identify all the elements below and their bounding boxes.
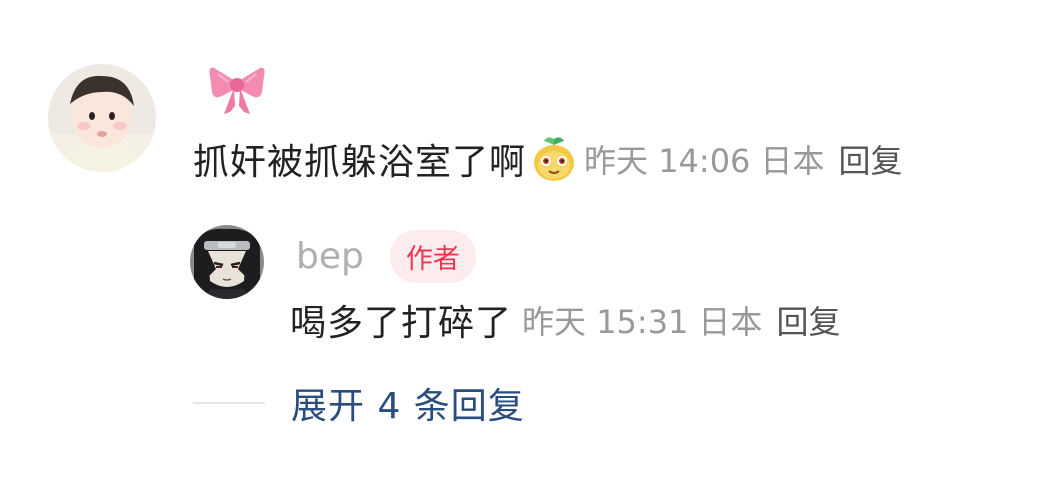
reply-avatar[interactable] [190,225,264,299]
author-badge: 作者 [389,229,476,283]
reply-text: 喝多了打碎了 [290,303,513,344]
fruit-face-emoji-icon [530,135,578,183]
reply-reply-button[interactable]: 回复 [776,297,840,343]
reply-body: 喝多了打碎了 昨天 15:31 日本 回复 [290,295,840,345]
expand-replies-button[interactable]: 展开 4 条回复 [291,377,525,429]
reply-header: bep 作者 [296,228,476,284]
comment-body: 抓奸被抓躲浴室了啊 昨天 14:06 日本 回复 [193,134,902,184]
commenter-avatar[interactable] [48,64,156,172]
ribbon-bow-icon[interactable] [208,62,266,116]
expand-divider [193,402,265,404]
comment-location: 日本 [760,142,825,180]
expand-replies-row: 展开 4 条回复 [193,378,525,428]
reply-username[interactable]: bep [296,236,364,277]
comment-text: 抓奸被抓躲浴室了啊 [193,142,527,183]
comment-time: 昨天 14:06 [584,142,751,180]
comment-reply-button[interactable]: 回复 [838,136,902,182]
reply-location: 日本 [698,303,763,341]
reply-time: 昨天 15:31 [522,303,689,341]
